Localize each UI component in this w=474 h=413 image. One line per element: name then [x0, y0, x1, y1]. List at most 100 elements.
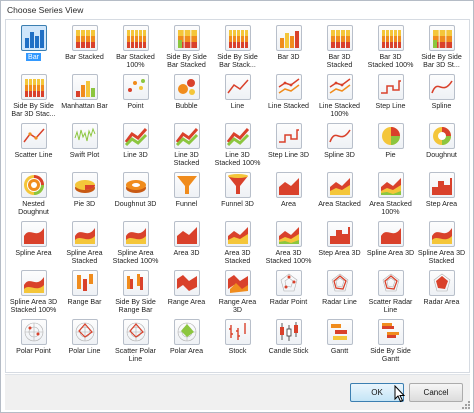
series-view-label: Area Stacked — [318, 200, 361, 208]
series-view-item[interactable]: Scatter Polar Line — [110, 318, 161, 367]
series-view-item[interactable]: Spline Area 3D — [365, 220, 416, 269]
scatter-line-icon — [20, 123, 47, 149]
series-view-item[interactable]: Candle Stick — [263, 318, 314, 367]
series-view-item[interactable]: Bar 3D Stacked 100% — [365, 24, 416, 73]
series-view-item[interactable]: Pie — [365, 122, 416, 171]
line-stacked-100-icon — [326, 74, 353, 100]
series-view-item[interactable]: Polar Point — [8, 318, 59, 367]
series-view-item[interactable]: Spline — [416, 73, 467, 122]
series-view-item[interactable]: Area 3D — [161, 220, 212, 269]
series-view-item[interactable]: Radar Point — [263, 269, 314, 318]
series-view-item[interactable]: Line 3D Stacked 100% — [212, 122, 263, 171]
resize-grip-icon[interactable] — [461, 400, 471, 410]
series-view-item[interactable]: Stock — [212, 318, 263, 367]
series-view-label: Spline Area Stacked — [66, 249, 103, 266]
series-view-item[interactable]: Line Stacked 100% — [314, 73, 365, 122]
series-view-item[interactable]: Range Area — [161, 269, 212, 318]
series-view-label: Spline Area Stacked 100% — [112, 249, 159, 266]
series-view-item[interactable]: Spline Area 3D Stacked 100% — [8, 269, 59, 318]
cancel-button[interactable]: Cancel — [409, 383, 463, 402]
series-view-label: Point — [127, 102, 144, 110]
series-view-item[interactable]: Polar Area — [161, 318, 212, 367]
series-view-item[interactable]: Radar Area — [416, 269, 467, 318]
series-view-item[interactable]: Spline Area Stacked 100% — [110, 220, 161, 269]
manhattan-bar-icon — [71, 74, 98, 100]
series-view-item[interactable]: Pie 3D — [59, 171, 110, 220]
series-view-item[interactable]: Step Line 3D — [263, 122, 314, 171]
series-view-item[interactable]: Side By Side Bar 3D Stac... — [8, 73, 59, 122]
candle-stick-icon — [275, 319, 302, 345]
series-view-item[interactable]: Line 3D Stacked — [161, 122, 212, 171]
series-view-label: Range Bar — [67, 298, 102, 306]
series-view-item[interactable]: Range Area 3D — [212, 269, 263, 318]
pie-3d-icon — [71, 172, 98, 198]
bubble-icon — [173, 74, 200, 100]
series-view-item[interactable]: Funnel — [161, 171, 212, 220]
spline-3d-icon — [326, 123, 353, 149]
series-view-item[interactable]: Nested Doughnut — [8, 171, 59, 220]
series-view-item[interactable]: Doughnut 3D — [110, 171, 161, 220]
series-view-item[interactable]: Polar Line — [59, 318, 110, 367]
series-view-item[interactable]: Side By Side Bar Stack... — [212, 24, 263, 73]
series-view-item[interactable]: Line Stacked — [263, 73, 314, 122]
series-view-item[interactable]: Bar Stacked 100% — [110, 24, 161, 73]
series-view-item[interactable]: Point — [110, 73, 161, 122]
series-view-item[interactable]: Area 3D Stacked 100% — [263, 220, 314, 269]
series-view-item[interactable]: Bar 3D — [263, 24, 314, 73]
series-view-item[interactable]: Side By Side Bar Stacked — [161, 24, 212, 73]
range-bar-icon — [71, 270, 98, 296]
swift-plot-icon — [71, 123, 98, 149]
spline-area-3d-stacked-icon — [428, 221, 455, 247]
series-view-item[interactable]: Gantt — [314, 318, 365, 367]
series-view-label: Line — [230, 102, 245, 110]
area-stacked-100-icon — [377, 172, 404, 198]
series-view-item[interactable]: Side By Side Bar 3D St... — [416, 24, 467, 73]
series-view-item[interactable]: Funnel 3D — [212, 171, 263, 220]
spline-area-icon — [20, 221, 47, 247]
radar-point-icon — [275, 270, 302, 296]
series-view-item[interactable]: Spline 3D — [314, 122, 365, 171]
series-view-label: Funnel — [175, 200, 198, 208]
series-view-item[interactable]: Spline Area 3D Stacked — [416, 220, 467, 269]
series-view-label: Stock — [228, 347, 247, 355]
series-view-item[interactable]: Side By Side Range Bar — [110, 269, 161, 318]
series-view-item[interactable]: Doughnut — [416, 122, 467, 171]
series-view-item[interactable]: Radar Line — [314, 269, 365, 318]
series-view-item[interactable]: Bar — [8, 24, 59, 73]
series-view-item[interactable]: Bubble — [161, 73, 212, 122]
series-view-item[interactable]: Step Area 3D — [314, 220, 365, 269]
series-view-label: Bar 3D — [277, 53, 300, 61]
spline-area-3d-stacked-100-icon — [20, 270, 47, 296]
series-view-label: Spline Area 3D Stacked — [417, 249, 466, 266]
line-3d-stacked-icon — [173, 123, 200, 149]
step-line-icon — [377, 74, 404, 100]
series-view-item[interactable]: Area — [263, 171, 314, 220]
series-view-item[interactable]: Area Stacked — [314, 171, 365, 220]
funnel-3d-icon — [224, 172, 251, 198]
series-view-label: Area 3D — [173, 249, 200, 257]
series-view-label: Line 3D Stacked — [173, 151, 200, 168]
series-view-item[interactable]: Scatter Radar Line — [365, 269, 416, 318]
series-view-item[interactable]: Spline Area Stacked — [59, 220, 110, 269]
series-view-item[interactable]: Step Line — [365, 73, 416, 122]
series-view-item[interactable]: Step Area — [416, 171, 467, 220]
series-view-item[interactable]: Swift Plot — [59, 122, 110, 171]
series-view-gallery: Bar Bar Stacked Bar Stacked 100% Side By Si… — [5, 19, 470, 373]
series-view-item[interactable]: Scatter Line — [8, 122, 59, 171]
series-view-item[interactable]: Range Bar — [59, 269, 110, 318]
area-stacked-icon — [326, 172, 353, 198]
series-view-label: Bar 3D Stacked 100% — [367, 53, 414, 70]
series-view-item[interactable]: Bar Stacked — [59, 24, 110, 73]
series-view-item[interactable]: Area 3D Stacked — [212, 220, 263, 269]
series-view-item[interactable]: Line — [212, 73, 263, 122]
series-view-item[interactable]: Line 3D — [110, 122, 161, 171]
series-view-item[interactable]: Spline Area — [8, 220, 59, 269]
series-view-item[interactable]: Side By Side Gantt — [365, 318, 416, 367]
radar-line-icon — [326, 270, 353, 296]
series-view-item[interactable]: Manhattan Bar — [59, 73, 110, 122]
stock-icon — [224, 319, 251, 345]
series-view-label: Swift Plot — [69, 151, 100, 159]
series-view-item[interactable]: Area Stacked 100% — [365, 171, 416, 220]
series-view-item[interactable]: Bar 3D Stacked — [314, 24, 365, 73]
series-view-label: Range Area 3D — [218, 298, 257, 315]
